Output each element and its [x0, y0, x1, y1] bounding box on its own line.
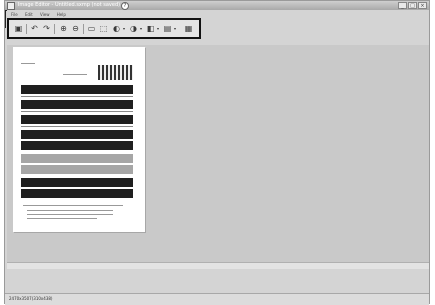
page-text-line: [21, 96, 133, 97]
page-dark-band: [21, 85, 133, 94]
save-icon[interactable]: ▣: [14, 24, 23, 33]
page-logo-image: [98, 65, 133, 80]
help-icon[interactable]: ?: [121, 2, 129, 10]
page-dark-band: [21, 141, 133, 150]
close-button[interactable]: ×: [418, 2, 427, 9]
image-size-text: 2470x3507(310x438): [9, 296, 53, 301]
toolbar: ▣ ↶ ↷ ⊕ ⊖ ▭ ⬚ ◐ ▾ ◑ ▾ ◧ ▾ ▤ ▾ ▦: [7, 18, 201, 39]
brightness-dropdown-icon[interactable]: ▾: [122, 25, 126, 32]
page-dark-band: [21, 130, 133, 139]
color-dropdown-icon[interactable]: ▾: [156, 25, 160, 32]
title-bar: Image Editor - Untitled.sxmp (not saved)…: [5, 1, 429, 10]
page-text-line: [21, 126, 133, 127]
canvas-area[interactable]: [7, 45, 429, 262]
maximize-button[interactable]: □: [408, 2, 417, 9]
toolbar-separator: [54, 24, 55, 34]
window-title: Image Editor - Untitled.sxmp (not saved): [17, 2, 121, 8]
color-icon[interactable]: ◧: [146, 24, 155, 33]
menu-view[interactable]: View: [40, 12, 50, 17]
zoom-out-icon[interactable]: ⊖: [71, 24, 80, 33]
page-text-line: [23, 205, 123, 206]
toolbar-separator: [83, 24, 84, 34]
crop-icon[interactable]: ▭: [87, 24, 96, 33]
toolbar-separator: [26, 24, 27, 34]
contrast-icon[interactable]: ◑: [129, 24, 138, 33]
document-page: [13, 47, 145, 232]
page-text-line: [21, 63, 35, 64]
page-text-line: [63, 74, 87, 75]
zoom-in-icon[interactable]: ⊕: [59, 24, 68, 33]
page-text-line: [27, 210, 113, 211]
brightness-icon[interactable]: ◐: [112, 24, 121, 33]
select-icon[interactable]: ⬚: [99, 24, 108, 33]
properties-icon[interactable]: ▦: [184, 24, 193, 33]
page-text-line: [21, 111, 133, 112]
rotate-right-icon[interactable]: ↷: [42, 24, 51, 33]
page-text-line: [27, 218, 97, 219]
minimize-button[interactable]: _: [398, 2, 407, 9]
page-dark-band: [21, 100, 133, 109]
page-text-line: [27, 214, 113, 215]
horizontal-scrollbar[interactable]: [7, 262, 429, 269]
effects-dropdown-icon[interactable]: ▾: [173, 25, 177, 32]
page-dark-band: [21, 189, 133, 198]
page-dark-band: [21, 178, 133, 187]
effects-icon[interactable]: ▤: [163, 24, 172, 33]
menu-help[interactable]: Help: [57, 12, 66, 17]
page-dark-band: [21, 115, 133, 124]
image-editor-window: Image Editor - Untitled.sxmp (not saved)…: [4, 0, 430, 305]
menu-edit[interactable]: Edit: [25, 12, 33, 17]
status-bar: 2470x3507(310x438): [5, 293, 429, 305]
page-gray-band: [21, 154, 133, 163]
contrast-dropdown-icon[interactable]: ▾: [139, 25, 143, 32]
rotate-left-icon[interactable]: ↶: [30, 24, 39, 33]
page-gray-band: [21, 165, 133, 174]
menu-file[interactable]: File: [11, 12, 18, 17]
